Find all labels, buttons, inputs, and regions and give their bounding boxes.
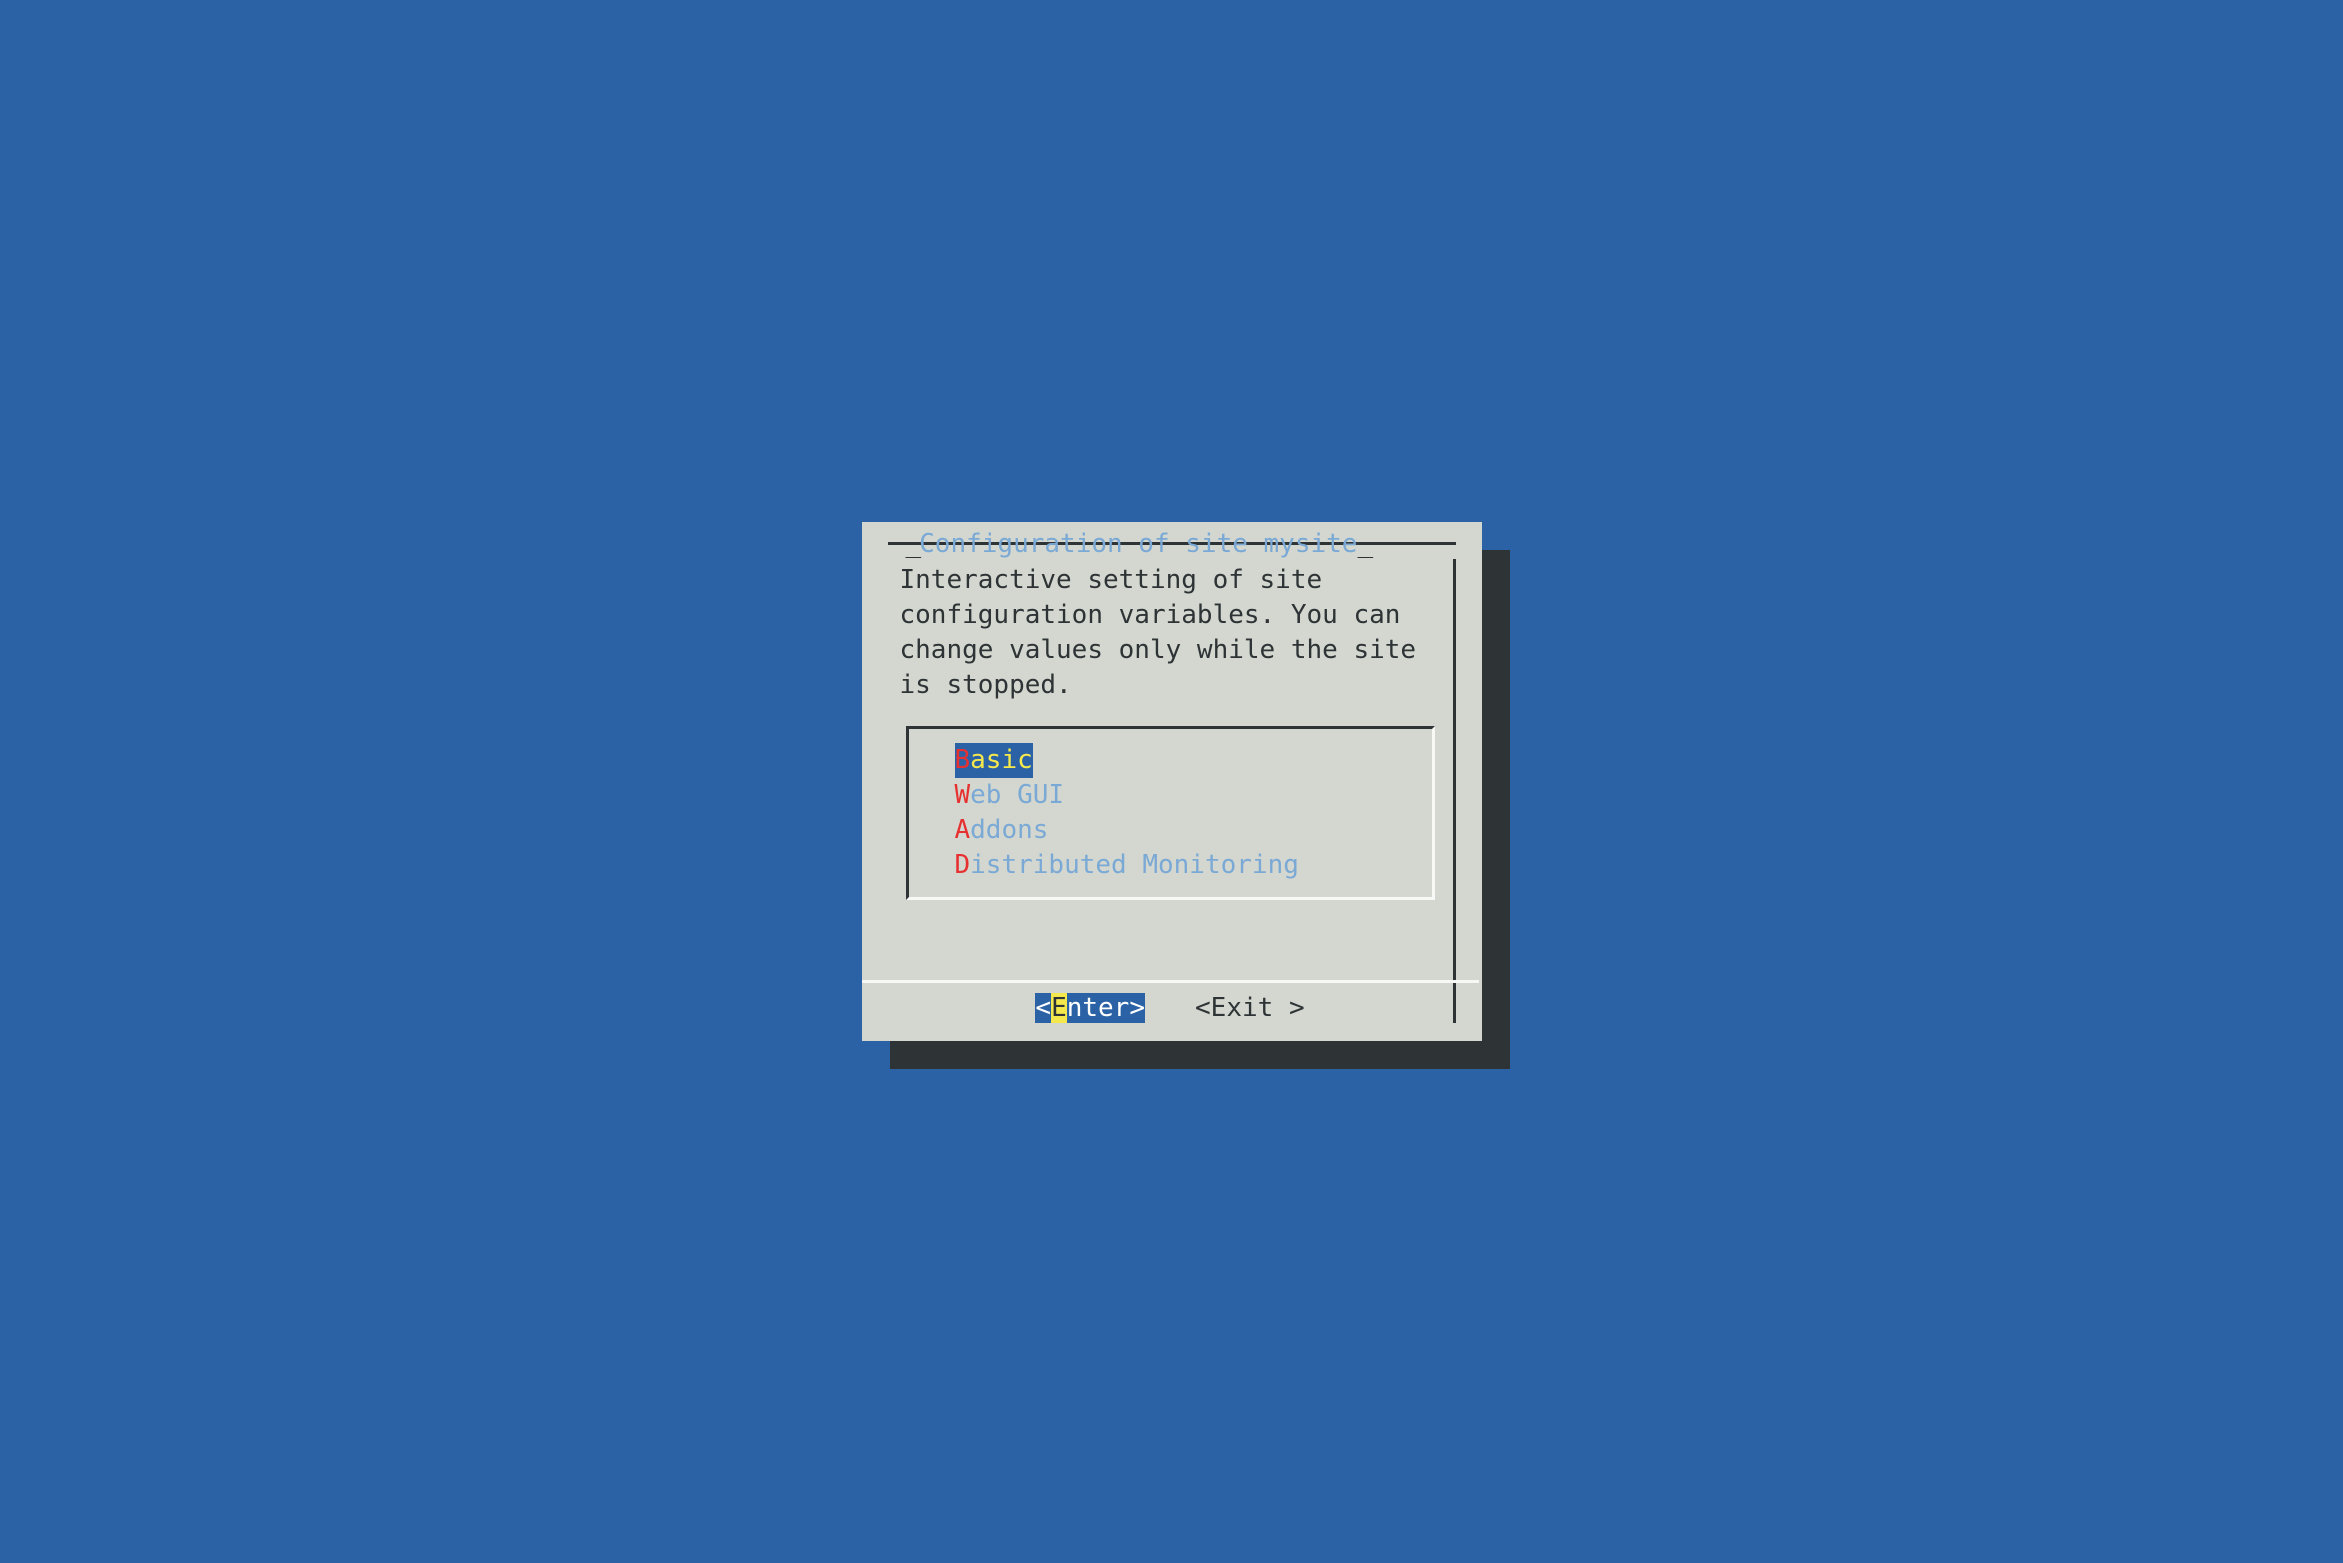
title-decoration: _ [1357,529,1371,559]
menu-hotkey: W [955,780,971,810]
button-label: nter [1067,993,1130,1023]
menu-hotkey: D [955,850,971,880]
button-hotkey: E [1051,993,1067,1023]
menu-list: Basic Web GUI Addons Distributed Monitor… [906,726,1435,900]
configuration-dialog: _Configuration of site mysite_ Interacti… [862,522,1482,1041]
dialog-wrapper: _Configuration of site mysite_ Interacti… [862,522,1482,1041]
menu-label: asic [970,745,1033,775]
menu-item-basic[interactable]: Basic [955,743,1432,778]
button-row: <Enter> <Exit > [888,983,1453,1023]
menu-hotkey: A [955,815,971,845]
dialog-title-row: _Configuration of site mysite_ [888,531,1453,557]
title-decoration: _ [906,529,920,559]
button-label: xit [1226,993,1289,1023]
button-hotkey: E [1211,993,1227,1023]
menu-label: istributed Monitoring [970,850,1299,880]
dialog-title: Configuration of site mysite [919,529,1357,559]
enter-button[interactable]: <Enter> [1035,993,1145,1023]
spacer [888,900,1453,980]
menu-item-distributed-monitoring[interactable]: Distributed Monitoring [955,848,1432,883]
menu-label: eb GUI [970,780,1064,810]
menu-label: ddons [970,815,1048,845]
dialog-border: _Configuration of site mysite_ Interacti… [888,542,1456,1023]
exit-button[interactable]: <Exit > [1195,993,1305,1023]
menu-item-web-gui[interactable]: Web GUI [955,778,1432,813]
menu-item-addons[interactable]: Addons [955,813,1432,848]
dialog-description: Interactive setting of site configuratio… [888,563,1453,713]
menu-hotkey: B [955,745,971,775]
